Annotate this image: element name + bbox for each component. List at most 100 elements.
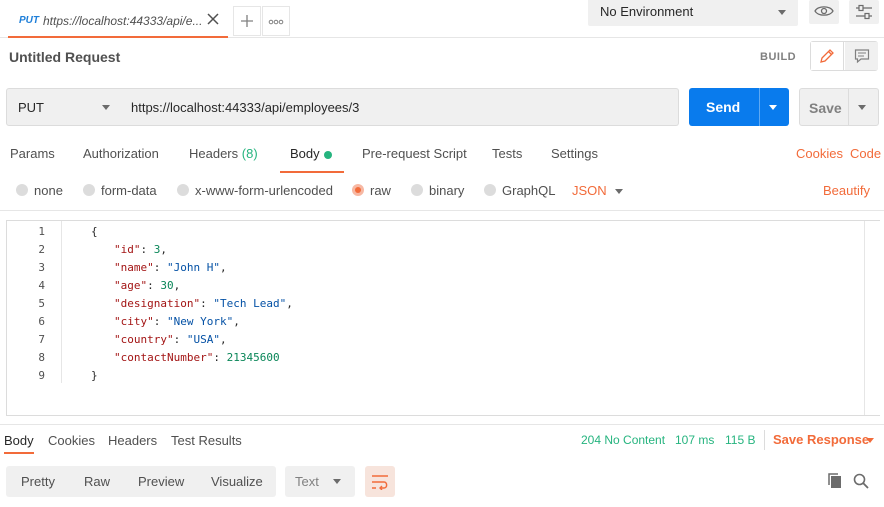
view-preview-option[interactable]: Preview: [138, 474, 184, 489]
headers-count-badge: (8): [241, 146, 258, 161]
view-visualize-option[interactable]: Visualize: [211, 474, 263, 489]
code-brace: }: [91, 369, 98, 382]
save-button[interactable]: Save: [799, 88, 879, 126]
radio-label: x-www-form-urlencoded: [195, 183, 333, 198]
url-input[interactable]: https://localhost:44333/api/employees/3: [122, 88, 679, 126]
send-button[interactable]: Send: [689, 88, 789, 126]
code-line: "name": "John H",: [114, 261, 227, 274]
save-split-divider: [848, 89, 849, 125]
save-response-button[interactable]: Save Response: [773, 432, 869, 447]
language-select[interactable]: JSON: [572, 183, 607, 198]
json-colon: :: [147, 279, 161, 292]
code-line: "age": 30,: [114, 279, 180, 292]
more-tabs-button[interactable]: [262, 6, 290, 36]
json-colon: :: [140, 243, 154, 256]
radio-label: raw: [370, 183, 391, 198]
copy-icon[interactable]: [826, 472, 844, 493]
json-comma: ,: [233, 315, 240, 328]
eye-icon: [814, 6, 834, 16]
radio-label: form-data: [101, 183, 157, 198]
line-number-gutter: 1 2 3 4 5 6 7 8 9: [7, 221, 61, 415]
view-raw-option[interactable]: Raw: [84, 474, 110, 489]
pencil-icon: [820, 49, 834, 63]
code-line: "contactNumber": 21345600: [114, 351, 280, 364]
build-mode-button[interactable]: [811, 42, 844, 70]
search-icon[interactable]: [852, 472, 870, 493]
json-colon: :: [173, 333, 187, 346]
request-tab[interactable]: PUT https://localhost:44333/api/e...: [8, 4, 228, 38]
json-value: "Tech Lead": [213, 297, 287, 310]
close-tab-icon[interactable]: [206, 10, 220, 31]
line-number: 2: [38, 243, 45, 256]
tab-body[interactable]: Body: [290, 146, 320, 161]
json-value: 21345600: [226, 351, 280, 364]
line-number: 3: [38, 261, 45, 274]
code-line: "id": 3,: [114, 243, 167, 256]
environment-select-value: No Environment: [600, 4, 694, 19]
response-time[interactable]: 107 ms: [675, 433, 714, 447]
cookies-link[interactable]: Cookies: [796, 146, 843, 161]
tab-settings[interactable]: Settings: [551, 146, 598, 161]
response-size[interactable]: 115 B: [725, 433, 755, 447]
send-split-divider: [759, 88, 760, 126]
code-line: "country": "USA",: [114, 333, 227, 346]
json-key: "age": [114, 279, 148, 292]
chevron-down-icon: [778, 10, 786, 15]
send-options-chevron-icon[interactable]: [769, 105, 777, 110]
method-select[interactable]: PUT: [6, 88, 123, 126]
json-key: "designation": [114, 297, 201, 310]
divider: [764, 430, 765, 450]
new-tab-button[interactable]: [233, 6, 261, 36]
tab-authorization[interactable]: Authorization: [83, 146, 159, 161]
code-link[interactable]: Code: [850, 146, 881, 161]
code-line: "designation": "Tech Lead",: [114, 297, 293, 310]
plus-icon: [241, 15, 253, 27]
comment-icon: [854, 49, 870, 64]
chevron-down-icon: [615, 189, 623, 194]
json-comma: ,: [173, 279, 181, 292]
response-tab-body[interactable]: Body: [4, 433, 34, 448]
sliders-icon: [856, 4, 872, 20]
beautify-link[interactable]: Beautify: [823, 183, 870, 198]
body-code-editor[interactable]: 123456789 {"id": 3, "name": "John H", "age…: [6, 220, 880, 416]
active-response-tab-underline: [4, 452, 34, 454]
tab-params[interactable]: Params: [10, 146, 55, 161]
response-tab-cookies[interactable]: Cookies: [48, 433, 95, 448]
tab-headers-label: Headers: [189, 146, 239, 161]
tab-headers[interactable]: Headers (8): [189, 146, 258, 161]
json-value: "USA": [186, 333, 220, 346]
tab-prerequest-script[interactable]: Pre-request Script: [362, 146, 467, 161]
json-key: "country": [114, 333, 174, 346]
radio-label: binary: [429, 183, 465, 198]
environment-quick-look-button[interactable]: [809, 0, 839, 24]
body-status-dot: [324, 151, 332, 159]
response-tab-test-results[interactable]: Test Results: [171, 433, 242, 448]
response-status[interactable]: 204 No Content: [581, 433, 665, 447]
radio-circle: [83, 184, 95, 196]
environment-select[interactable]: No Environment: [588, 0, 798, 26]
json-key: "name": [114, 261, 154, 274]
save-options-chevron-icon[interactable]: [858, 105, 866, 110]
json-key: "city": [114, 315, 154, 328]
tab-tests[interactable]: Tests: [492, 146, 522, 161]
code-line: {: [91, 225, 98, 238]
mode-toggle: [810, 41, 878, 71]
ellipsis-icon: [268, 19, 284, 25]
chevron-down-icon[interactable]: [866, 438, 874, 443]
radio-circle: [411, 184, 423, 196]
line-number: 1: [38, 225, 45, 238]
wrap-lines-button[interactable]: [365, 466, 395, 497]
request-title[interactable]: Untitled Request: [9, 49, 120, 65]
json-comma: ,: [219, 333, 227, 346]
divider: [0, 424, 884, 425]
editor-scrollbar[interactable]: [864, 221, 880, 415]
response-format-select[interactable]: Text: [285, 466, 355, 497]
wrap-lines-icon: [372, 475, 388, 490]
manage-environments-button[interactable]: [849, 0, 879, 24]
radio-circle: [177, 184, 189, 196]
documentation-mode-button[interactable]: [845, 42, 878, 70]
response-tab-headers[interactable]: Headers: [108, 433, 157, 448]
view-pretty-option[interactable]: Pretty: [21, 474, 55, 489]
code-brace: {: [91, 225, 98, 238]
request-tab-strip: PUT https://localhost:44333/api/e... No …: [0, 0, 884, 38]
